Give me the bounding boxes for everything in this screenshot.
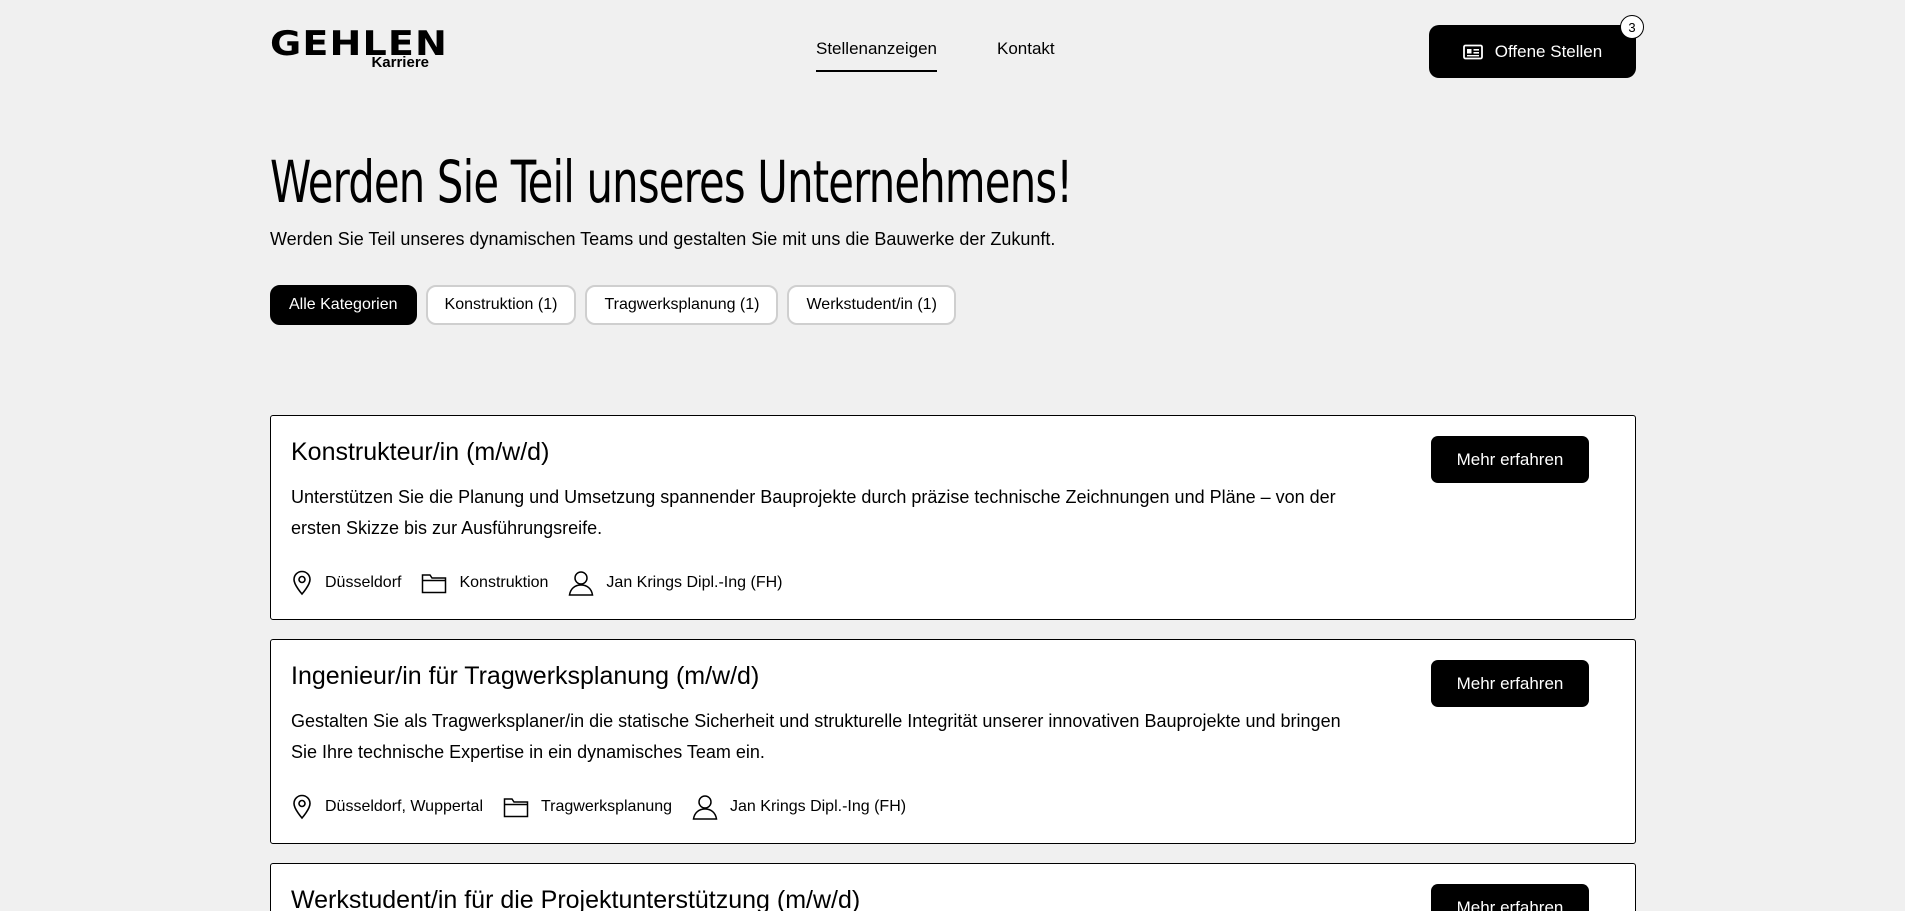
map-pin-icon	[293, 794, 311, 820]
job-meta: Düsseldorf Konstruktion Jan Krings Dipl.…	[291, 570, 802, 596]
page-subtitle: Werden Sie Teil unseres dynamischen Team…	[270, 229, 1056, 249]
filter-werkstudent[interactable]: Werkstudent/in (1)	[787, 285, 956, 325]
job-card: Konstrukteur/in (m/w/d) Unterstützen Sie…	[270, 415, 1636, 620]
id-card-icon	[1462, 44, 1483, 59]
job-description: Gestalten Sie als Tragwerksplaner/in die…	[291, 711, 1341, 762]
user-icon	[692, 795, 718, 820]
logo[interactable]: GEHLEN Karriere	[270, 27, 447, 71]
page-title: Werden Sie Teil unseres Unternehmens!	[270, 148, 1073, 216]
user-icon	[569, 571, 594, 596]
page: GEHLEN Karriere Stellenanzeigen Kontakt …	[0, 0, 1905, 911]
folder-icon	[503, 798, 529, 818]
job-contact: Jan Krings Dipl.-Ing (FH)	[692, 794, 906, 820]
category-filters: Alle Kategorien Konstruktion (1) Tragwer…	[270, 285, 956, 325]
nav-item-kontakt[interactable]: Kontakt	[997, 38, 1055, 72]
open-positions-count-badge: 3	[1620, 15, 1644, 39]
more-info-button[interactable]: Mehr erfahren	[1431, 660, 1589, 707]
more-info-button[interactable]: Mehr erfahren	[1431, 436, 1589, 483]
job-description: Unterstützen Sie die Planung und Umsetzu…	[291, 487, 1336, 538]
job-location: Düsseldorf	[291, 570, 401, 596]
job-category-label: Tragwerksplanung	[541, 798, 673, 815]
job-contact: Jan Krings Dipl.-Ing (FH)	[568, 570, 782, 596]
job-location-label: Düsseldorf, Wuppertal	[325, 798, 483, 815]
nav-item-stellenanzeigen[interactable]: Stellenanzeigen	[816, 38, 937, 72]
open-positions-label: Offene Stellen	[1494, 41, 1603, 61]
job-title[interactable]: Konstrukteur/in (m/w/d)	[291, 436, 549, 468]
map-pin-icon	[293, 570, 311, 596]
more-info-button[interactable]: Mehr erfahren	[1431, 884, 1589, 911]
job-location: Düsseldorf, Wuppertal	[291, 794, 483, 820]
job-title[interactable]: Ingenieur/in für Tragwerksplanung (m/w/d…	[291, 660, 759, 692]
job-category: Tragwerksplanung	[503, 796, 672, 818]
job-location-label: Düsseldorf	[325, 574, 402, 591]
job-card: Ingenieur/in für Tragwerksplanung (m/w/d…	[270, 639, 1636, 844]
job-category-label: Konstruktion	[459, 574, 549, 591]
main-nav: Stellenanzeigen Kontakt	[816, 38, 1055, 72]
filter-konstruktion[interactable]: Konstruktion (1)	[425, 285, 577, 325]
job-meta: Düsseldorf, Wuppertal Tragwerksplanung J…	[291, 794, 926, 820]
open-positions-button[interactable]: Offene Stellen	[1429, 25, 1636, 78]
filter-all-categories[interactable]: Alle Kategorien	[270, 285, 417, 325]
job-category: Konstruktion	[421, 572, 548, 594]
job-title[interactable]: Werkstudent/in für die Projektunterstütz…	[291, 884, 860, 911]
logo-subtitle: Karriere	[371, 54, 429, 71]
filter-tragwerksplanung[interactable]: Tragwerksplanung (1)	[585, 285, 779, 325]
job-contact-label: Jan Krings Dipl.-Ing (FH)	[606, 574, 783, 591]
job-card: Werkstudent/in für die Projektunterstütz…	[270, 863, 1636, 911]
job-contact-label: Jan Krings Dipl.-Ing (FH)	[730, 798, 907, 815]
folder-icon	[422, 574, 447, 594]
